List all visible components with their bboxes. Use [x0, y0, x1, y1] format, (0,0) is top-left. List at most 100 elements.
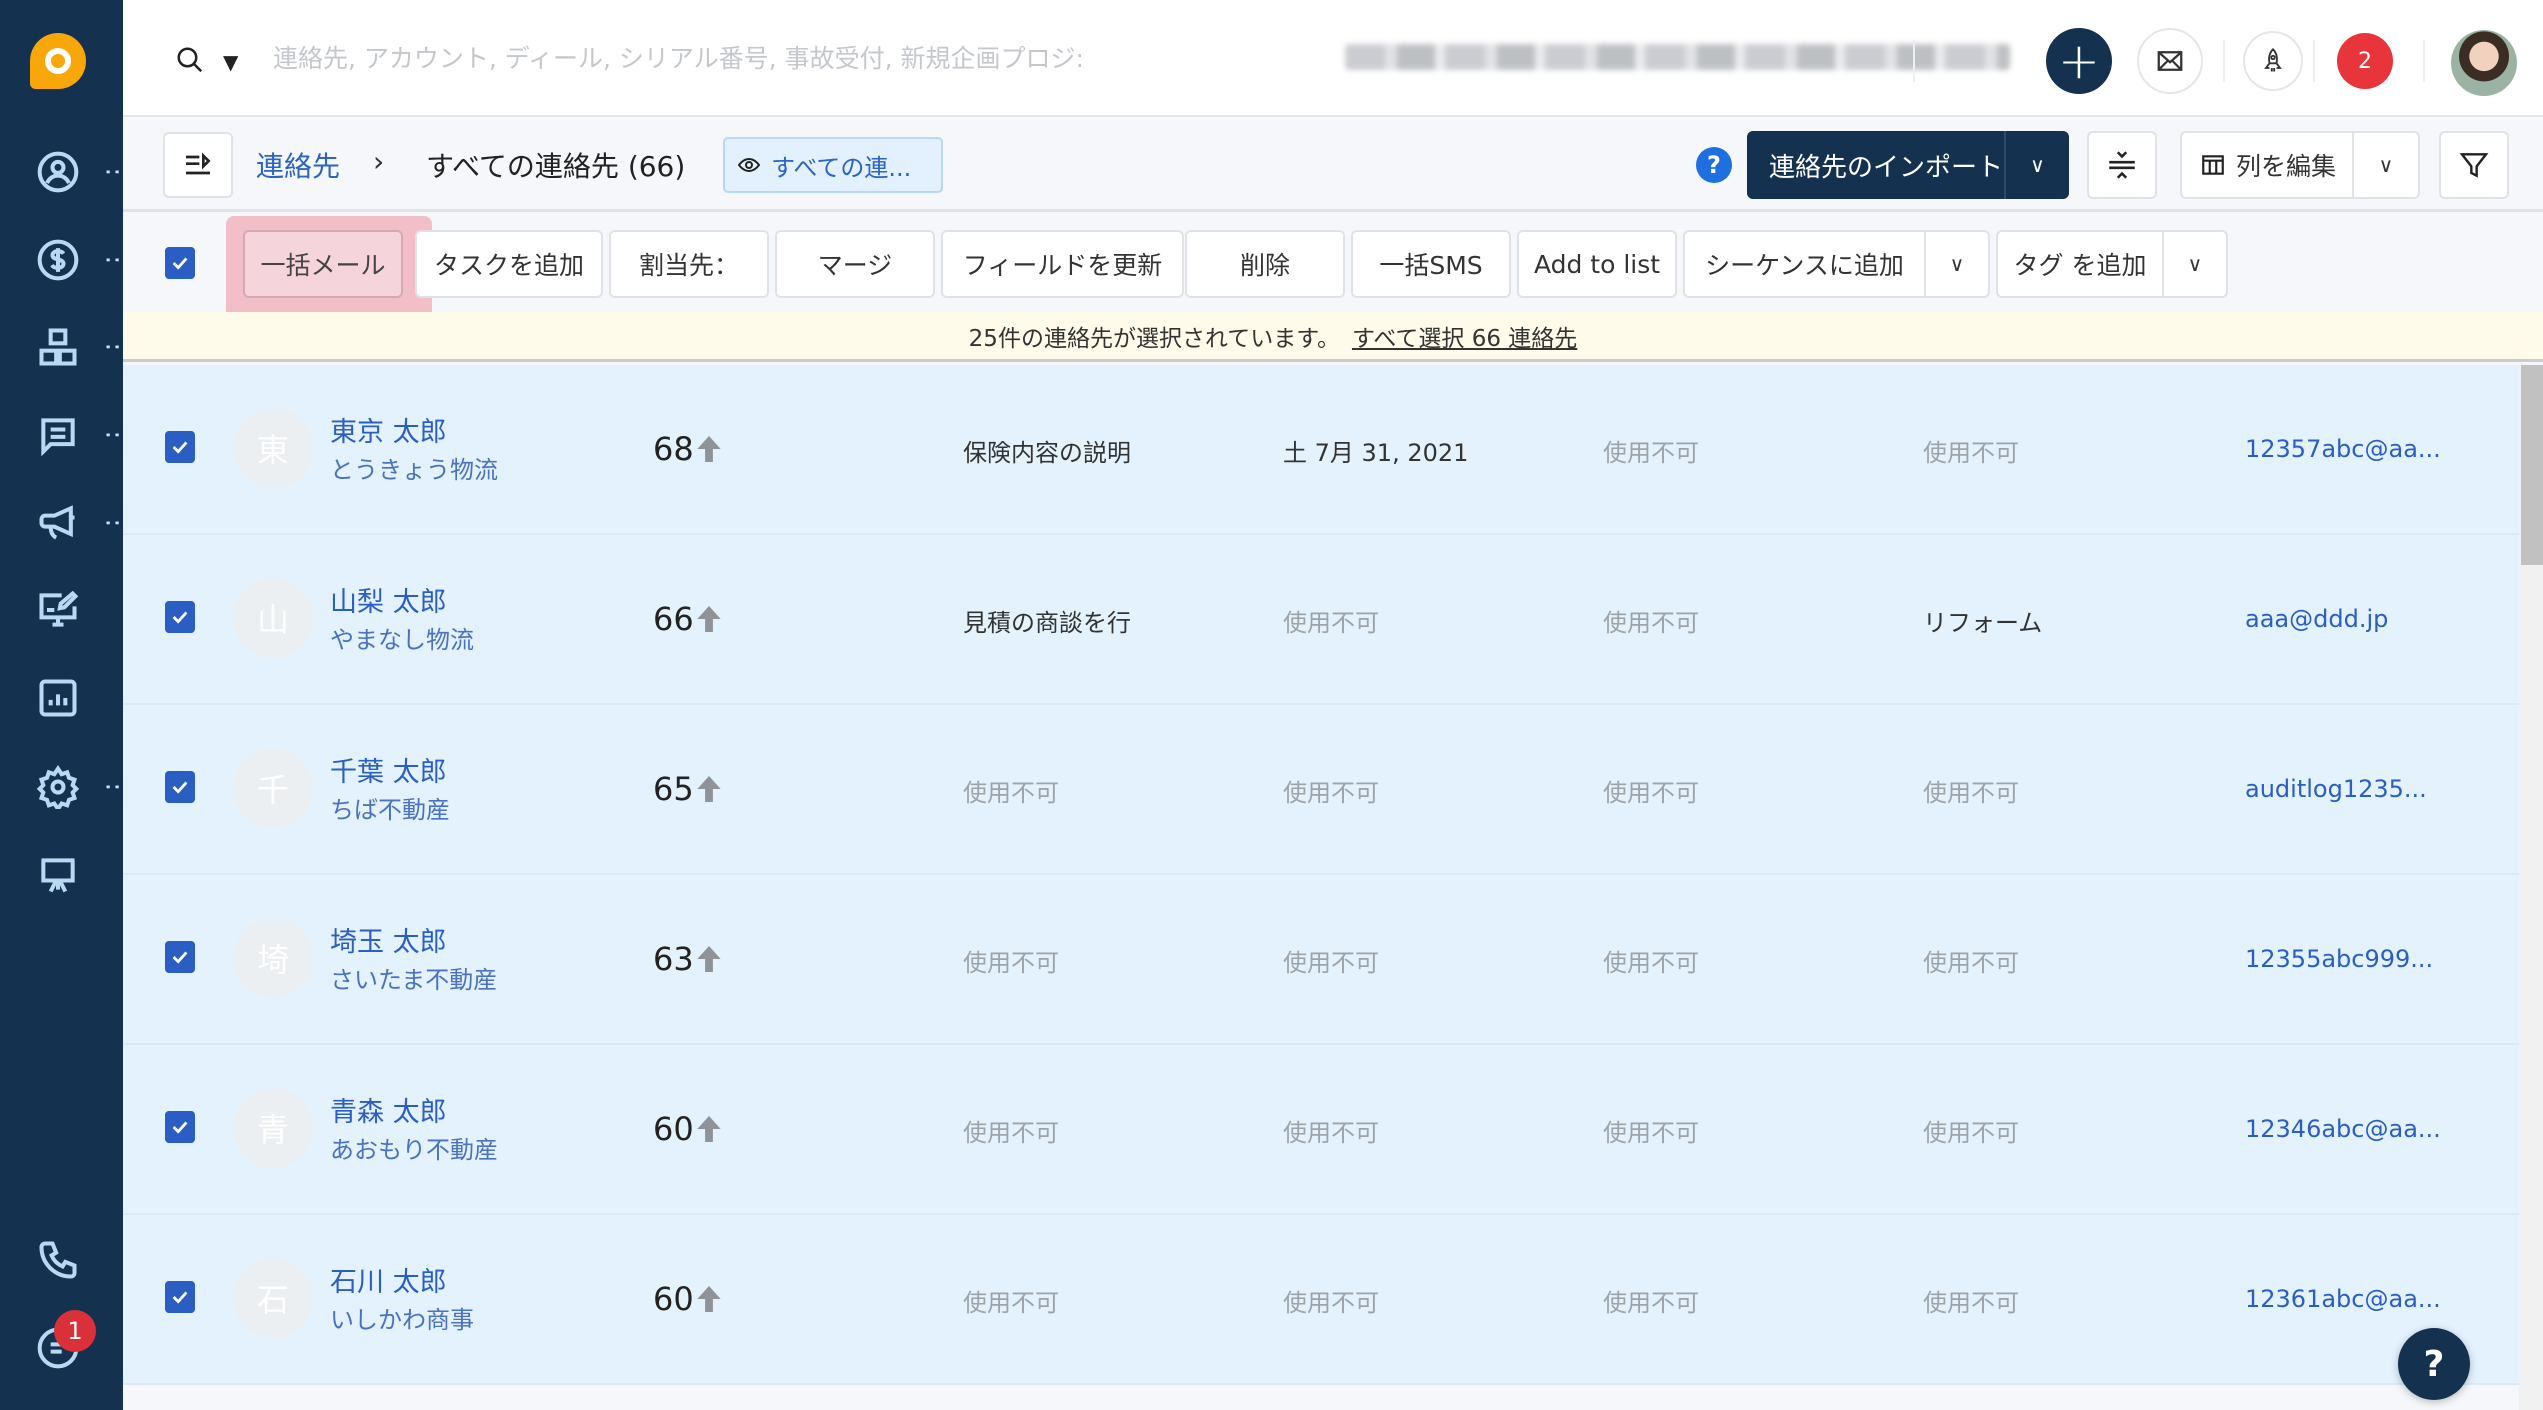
company-link[interactable]: さいたま不動産: [330, 960, 497, 995]
sidebar-menu-dots[interactable]: ⋮: [102, 334, 132, 360]
chat-icon: [36, 413, 80, 457]
company-link[interactable]: とうきょう物流: [330, 450, 498, 485]
row-checkbox[interactable]: [165, 601, 195, 633]
add-tag-label: タグ を追加: [2013, 251, 2147, 280]
bulk-email-button[interactable]: 一括メール: [243, 230, 403, 298]
email-link[interactable]: aaa@ddd.jp: [2245, 605, 2388, 633]
view-selector[interactable]: すべての連...: [723, 137, 943, 193]
row-checkbox[interactable]: [165, 1111, 195, 1143]
sidebar-item-deals[interactable]: ⋮: [0, 225, 132, 295]
help-icon[interactable]: ?: [1696, 147, 1732, 183]
chevron-down-icon[interactable]: ∨: [2162, 231, 2226, 297]
sidebar-menu-dots[interactable]: ⋮: [102, 510, 132, 536]
arrow-up-icon: [697, 946, 721, 972]
table-row[interactable]: 山 山梨 太郎 やまなし物流 66 見積の商談を行 使用不可 使用不可 リフォー…: [123, 535, 2519, 705]
sidebar-item-website[interactable]: [0, 575, 123, 645]
delete-button[interactable]: 削除: [1185, 230, 1345, 298]
company-link[interactable]: やまなし物流: [330, 620, 474, 655]
table-row[interactable]: 青 青森 太郎 あおもり不動産 60 使用不可 使用不可 使用不可 使用不可 1…: [123, 1045, 2519, 1215]
contact-avatar: 山: [233, 578, 313, 658]
contacts-table: 東 東京 太郎 とうきょう物流 68 保険内容の説明 土 7月 31, 2021…: [123, 365, 2519, 1410]
chevron-down-icon[interactable]: ∨: [2006, 153, 2069, 177]
select-all-link[interactable]: すべて選択 66 連絡先: [1352, 319, 1577, 353]
merge-button[interactable]: マージ: [775, 230, 935, 298]
chevron-down-icon[interactable]: ∨: [1924, 231, 1988, 297]
email-link[interactable]: 12361abc@aa...: [2245, 1285, 2441, 1313]
cell-col3: 使用不可: [1603, 1289, 1699, 1317]
sidebar-menu-dots[interactable]: ⋮: [102, 247, 132, 273]
sidebar-item-settings[interactable]: ⋮: [0, 752, 132, 822]
sidebar-item-analytics[interactable]: [0, 663, 123, 733]
select-all-checkbox[interactable]: [165, 247, 195, 279]
notifications-button[interactable]: 2: [2337, 33, 2393, 89]
scrollbar-thumb[interactable]: [2521, 365, 2543, 565]
add-to-sequence-button[interactable]: シーケンスに追加 ∨: [1683, 230, 1990, 298]
sidebar-item-contacts[interactable]: ⋮: [0, 137, 132, 207]
cell-col2: 使用不可: [1283, 949, 1379, 977]
sidebar-menu-dots[interactable]: ⋮: [102, 774, 132, 800]
sidebar-menu-dots[interactable]: ⋮: [102, 422, 132, 448]
row-density-button[interactable]: [2087, 131, 2157, 199]
check-icon: [172, 257, 188, 270]
table-row[interactable]: 東 東京 太郎 とうきょう物流 68 保険内容の説明 土 7月 31, 2021…: [123, 365, 2519, 535]
cell-col4: 使用不可: [1923, 779, 2019, 807]
table-row[interactable]: 千 千葉 太郎 ちば不動産 65 使用不可 使用不可 使用不可 使用不可 aud…: [123, 705, 2519, 875]
add-to-sequence-label: シーケンスに追加: [1705, 251, 1904, 280]
filter-button[interactable]: [2439, 131, 2509, 199]
company-link[interactable]: あおもり不動産: [330, 1130, 498, 1165]
email-link[interactable]: 12355abc999...: [2245, 945, 2433, 973]
contact-name-link[interactable]: 千葉 太郎: [330, 750, 447, 789]
email-link[interactable]: auditlog1235...: [2245, 775, 2427, 803]
company-link[interactable]: いしかわ商事: [330, 1300, 474, 1335]
search-scope-dropdown[interactable]: ▼: [223, 50, 238, 74]
company-link[interactable]: ちば不動産: [330, 790, 450, 825]
contact-name-link[interactable]: 青森 太郎: [330, 1090, 447, 1129]
user-avatar[interactable]: [2451, 30, 2517, 96]
lead-score: 65: [653, 770, 722, 808]
sidebar-item-messages[interactable]: ⋮: [0, 400, 132, 470]
cell-col3: 使用不可: [1603, 949, 1699, 977]
search-icon[interactable]: [175, 45, 205, 75]
row-checkbox[interactable]: [165, 771, 195, 803]
sidebar-item-presentations[interactable]: [0, 840, 123, 910]
assign-owner-button[interactable]: 割当先：: [609, 230, 769, 298]
check-icon: [172, 441, 188, 454]
getting-started-button[interactable]: [2243, 31, 2303, 91]
contact-name-link[interactable]: 東京 太郎: [330, 410, 447, 449]
create-new-button[interactable]: +: [2046, 28, 2112, 94]
contact-name-link[interactable]: 石川 太郎: [330, 1260, 447, 1299]
lead-score: 60: [653, 1280, 722, 1318]
mail-button[interactable]: [2137, 28, 2203, 94]
global-search-input[interactable]: [273, 34, 1173, 82]
sidebar-menu-dots[interactable]: ⋮: [102, 159, 132, 185]
add-tag-button[interactable]: タグ を追加 ∨: [1996, 230, 2228, 298]
sidebar-item-phone[interactable]: [0, 1225, 123, 1295]
help-fab-button[interactable]: ?: [2398, 1328, 2470, 1400]
email-link[interactable]: 12346abc@aa...: [2245, 1115, 2441, 1143]
app-logo[interactable]: [30, 33, 86, 89]
bulk-sms-button[interactable]: 一括SMS: [1351, 230, 1511, 298]
bulk-action-bar: 一括メール タスクを追加 割当先： マージ フィールドを更新 削除 一括SMS …: [123, 212, 2543, 326]
edit-columns-button[interactable]: 列を編集 ∨: [2180, 131, 2420, 199]
chevron-down-icon[interactable]: ∨: [2354, 153, 2418, 177]
breadcrumb-contacts-link[interactable]: 連絡先: [256, 145, 340, 185]
contact-name-link[interactable]: 山梨 太郎: [330, 580, 447, 619]
sidebar-item-campaigns[interactable]: ⋮: [0, 488, 132, 558]
sidebar-item-organization[interactable]: ⋮: [0, 312, 132, 382]
update-field-button[interactable]: フィールドを更新: [941, 230, 1184, 298]
row-checkbox[interactable]: [165, 1281, 195, 1313]
email-link[interactable]: 12357abc@aa...: [2245, 435, 2441, 463]
gear-icon: [36, 765, 80, 809]
contact-name-link[interactable]: 埼玉 太郎: [330, 920, 447, 959]
score-value: 60: [653, 1110, 694, 1148]
row-checkbox[interactable]: [165, 941, 195, 973]
table-row[interactable]: 石 石川 太郎 いしかわ商事 60 使用不可 使用不可 使用不可 使用不可 12…: [123, 1215, 2519, 1385]
add-task-button[interactable]: タスクを追加: [415, 230, 603, 298]
add-to-list-button[interactable]: Add to list: [1517, 230, 1677, 298]
table-row[interactable]: 埼 埼玉 太郎 さいたま不動産 63 使用不可 使用不可 使用不可 使用不可 1…: [123, 875, 2519, 1045]
import-contacts-button[interactable]: 連絡先のインポート ∨: [1747, 131, 2069, 199]
row-checkbox[interactable]: [165, 431, 195, 463]
page-title: すべての連絡先 (66): [426, 150, 686, 183]
table-scrollbar[interactable]: [2519, 365, 2543, 1410]
toggle-list-panel-button[interactable]: [163, 132, 233, 198]
